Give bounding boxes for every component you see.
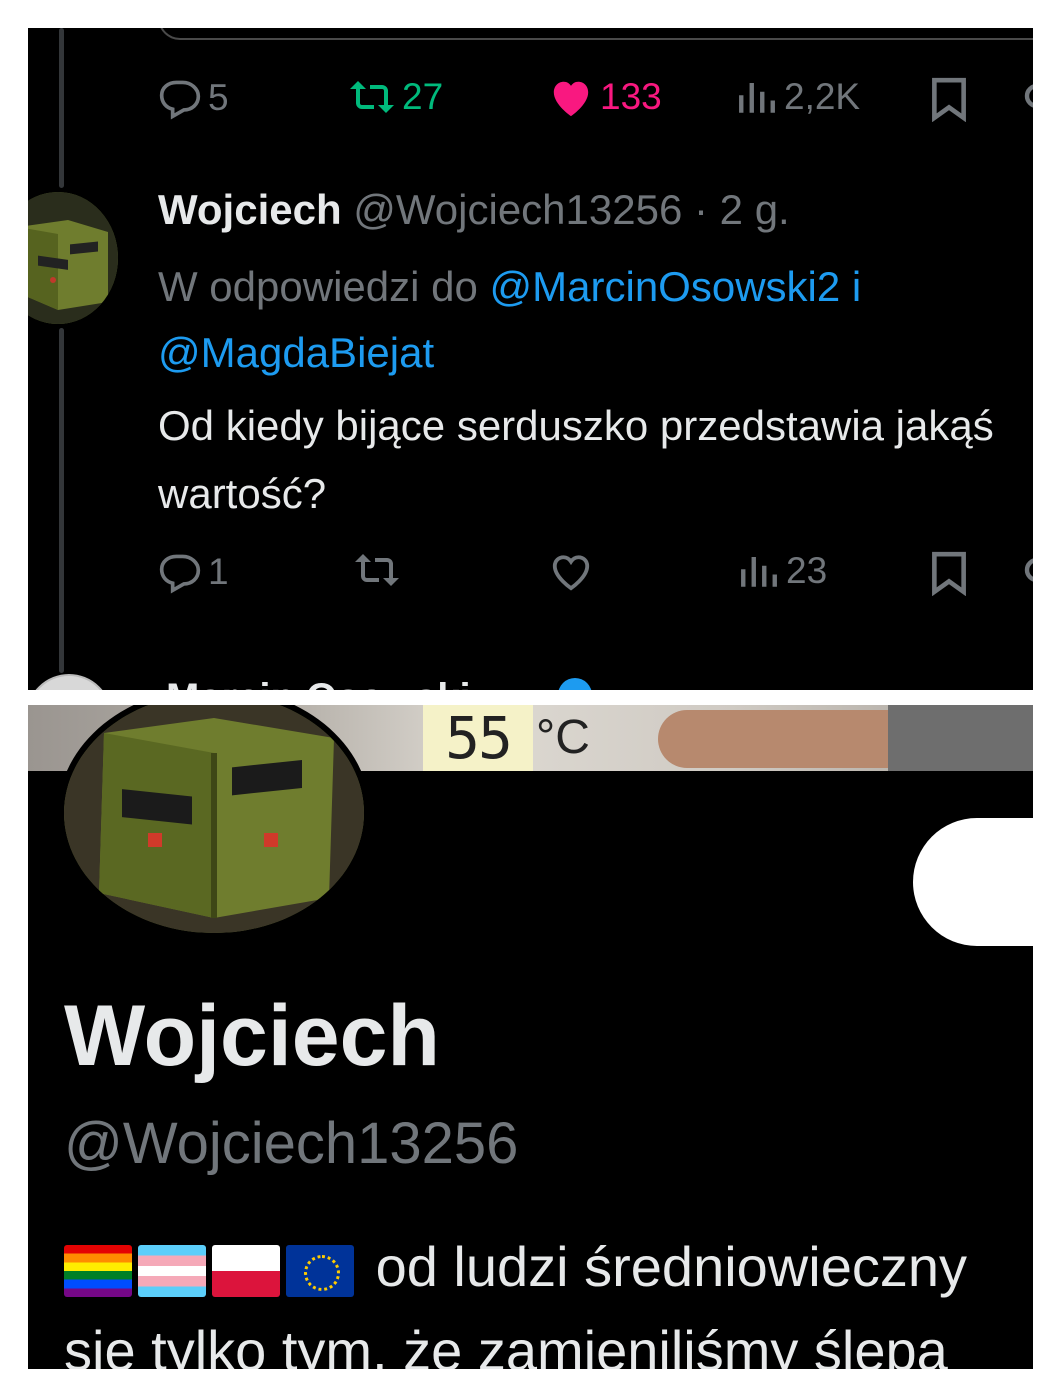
- profile-handle: @Wojciech13256: [64, 1111, 519, 1176]
- views-button[interactable]: 23: [738, 550, 827, 592]
- reply-count: 1: [208, 551, 229, 592]
- author-name[interactable]: Wojciech: [158, 186, 342, 233]
- thermometer-display: 55: [423, 705, 533, 771]
- mention-marcin[interactable]: @MarcinOsowski2: [490, 263, 841, 310]
- reply-button[interactable]: 5: [158, 76, 229, 120]
- views-icon: [741, 557, 777, 587]
- share-button[interactable]: [1016, 550, 1033, 590]
- thermometer-unit: °C: [536, 711, 590, 764]
- mention-joiner: i: [851, 263, 862, 310]
- avatar[interactable]: [28, 192, 118, 324]
- profile-bio: od ludzi średniowieczny się tylko tym, ż…: [64, 1225, 1033, 1369]
- bio-line-1: od ludzi średniowieczny: [64, 1225, 1033, 1309]
- tweet-actions: 1 23: [158, 550, 1033, 600]
- rainbow-flag-icon: [64, 1245, 132, 1298]
- tweet-header: Wojciech @Wojciech13256 · 2 g.: [158, 186, 790, 234]
- retweet-icon: [350, 81, 394, 113]
- thread-line-lower: [59, 328, 64, 673]
- quoted-card-edge: [158, 28, 1033, 40]
- edit-profile-button[interactable]: [913, 818, 1033, 946]
- views-count: 2,2K: [784, 76, 861, 117]
- profile-avatar[interactable]: [58, 705, 370, 939]
- retweet-icon: [355, 554, 399, 586]
- profile-screenshot-panel: 55 °C Wojciech @Wojciech13256 od ludzi ś…: [28, 705, 1033, 1369]
- share-button[interactable]: [1016, 76, 1033, 116]
- views-count: 23: [786, 550, 828, 591]
- poland-flag-icon: [212, 1245, 280, 1298]
- reply-icon: [159, 80, 201, 120]
- heart-filled-icon: [553, 81, 589, 117]
- eu-flag-icon: [286, 1245, 354, 1298]
- bookmark-button[interactable]: [930, 76, 968, 122]
- next-tweet-author[interactable]: Marcin Osowski: [166, 676, 471, 690]
- views-icon: [739, 83, 775, 113]
- reply-count: 5: [208, 77, 229, 118]
- next-tweet-avatar[interactable]: [28, 674, 112, 690]
- bio-text-1: od ludzi średniowieczny: [375, 1235, 967, 1298]
- tweet-actions-previous: 5 27 133 2,2K: [158, 76, 1033, 126]
- transgender-flag-icon: [138, 1245, 206, 1298]
- share-icon: [1024, 84, 1033, 108]
- mention-magda[interactable]: @MagdaBiejat: [158, 329, 434, 376]
- share-icon: [1024, 558, 1033, 582]
- views-button[interactable]: 2,2K: [736, 76, 860, 118]
- bookmark-icon: [932, 77, 966, 122]
- retweet-button[interactable]: 27: [348, 76, 443, 118]
- like-button[interactable]: 133: [548, 76, 662, 118]
- like-count: 133: [600, 76, 662, 117]
- tweet-time[interactable]: · 2 g.: [694, 186, 790, 233]
- nin-crate-avatar-image: [64, 705, 364, 933]
- heart-icon: [552, 555, 590, 591]
- author-handle[interactable]: @Wojciech13256: [353, 186, 682, 233]
- banner-person: [888, 705, 1033, 771]
- nin-crate-avatar-image: [28, 192, 118, 324]
- verified-badge-icon: [558, 678, 592, 690]
- profile-name: Wojciech: [64, 988, 440, 1084]
- thermometer-readout: 55: [445, 705, 513, 772]
- bookmark-button[interactable]: [930, 550, 968, 596]
- tweet-text: Od kiedy bijące serduszko przedstawia ja…: [158, 402, 994, 517]
- retweet-button[interactable]: [353, 550, 401, 590]
- reply-icon: [159, 554, 201, 594]
- thread-line: [59, 28, 64, 188]
- retweet-count: 27: [402, 76, 444, 117]
- reply-prefix: W odpowiedzi do: [158, 263, 478, 310]
- like-button[interactable]: [548, 550, 594, 592]
- reply-context: W odpowiedzi do @MarcinOsowski2 i @Magda…: [158, 254, 1018, 386]
- tweet-screenshot-panel: 5 27 133 2,2K Wojciech @Wojciech13256 · …: [28, 28, 1033, 690]
- bio-text-2: się tylko tym, że zamieniliśmy ślepą: [64, 1319, 948, 1369]
- bookmark-icon: [932, 551, 966, 596]
- reply-button[interactable]: 1: [158, 550, 229, 594]
